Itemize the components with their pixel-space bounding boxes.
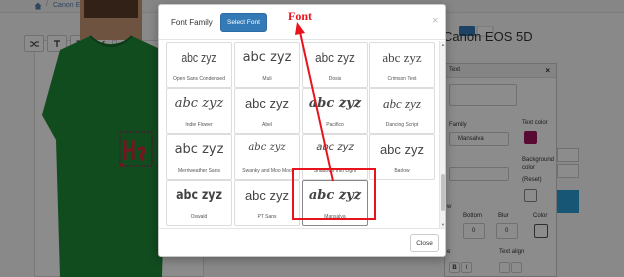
font-tile[interactable]: abc zyz Pacifico — [302, 88, 368, 134]
font-tile[interactable]: abc zyz Oswald — [166, 180, 232, 226]
select-font-button[interactable]: Select Font — [220, 13, 267, 32]
font-tile[interactable]: abc zyz Dosis — [302, 42, 368, 88]
font-list-scrollbar[interactable]: ▲ ▼ — [439, 41, 445, 228]
scroll-up-icon[interactable]: ▲ — [440, 42, 446, 47]
font-name-label: Dancing Script — [385, 122, 419, 128]
modal-footer: Close — [159, 228, 445, 257]
font-tile[interactable]: abc zyz Barlow — [369, 134, 435, 180]
scroll-thumb[interactable] — [441, 174, 445, 211]
font-sample-text: abc zyz — [315, 50, 355, 65]
font-tile[interactable]: abc zyz Open Sans Condensed — [166, 42, 232, 88]
scroll-down-icon[interactable]: ▼ — [440, 222, 446, 227]
font-name-label: Crimson Text — [387, 76, 417, 82]
font-name-label: Open Sans Condensed — [173, 76, 225, 82]
font-sample-text: abc zyz — [382, 50, 422, 65]
font-tile[interactable]: abc zyz Indie Flower — [166, 88, 232, 134]
font-sample-text: abc zyz — [244, 96, 290, 111]
font-sample-text: abc zyz — [379, 142, 425, 157]
font-name-label: Abel — [261, 122, 272, 128]
font-sample-text: abc zyz — [181, 50, 217, 65]
font-name-label: Oswald — [190, 214, 208, 220]
modal-close-icon[interactable]: × — [432, 15, 438, 27]
font-name-label: Muli — [262, 76, 272, 82]
selected-font-highlight — [292, 168, 376, 220]
font-tile[interactable]: abc zyz Merriweather Sans — [166, 134, 232, 180]
font-tile[interactable]: abc zyz Abel — [234, 88, 300, 134]
font-sample-text: abc zyz — [242, 50, 292, 65]
font-name-label: Swanky and Moo Moo — [242, 168, 292, 174]
font-sample-text: abc zyz — [174, 142, 224, 157]
font-tile[interactable]: abc zyz Dancing Script — [369, 88, 435, 134]
font-sample-text: abc zyz — [244, 188, 290, 203]
font-tile[interactable]: abc zyz Crimson Text — [369, 42, 435, 88]
font-tile[interactable]: abc zyz Swanky and Moo Moo — [234, 134, 300, 180]
font-sample-text: abc zyz — [174, 96, 224, 111]
font-tile[interactable]: abc zyz Muli — [234, 42, 300, 88]
font-sample-text: abc zyz — [248, 142, 286, 153]
font-sample-text: abc zyz — [316, 142, 354, 153]
font-name-label: Pacifico — [326, 122, 344, 128]
font-name-label: PT Sans — [257, 214, 277, 220]
font-sample-text: abc zyz — [383, 96, 421, 111]
font-name-label: Merriweather Sans — [178, 168, 220, 174]
modal-title: Font Family — [171, 18, 213, 27]
font-sample-text: abc zyz — [176, 188, 222, 203]
annotation-label: Font — [288, 9, 312, 23]
font-name-label: Indie Flower — [185, 122, 213, 128]
font-sample-text: abc zyz — [308, 96, 362, 111]
font-tile[interactable]: abc zyz PT Sans — [234, 180, 300, 226]
font-name-label: Dosis — [328, 76, 342, 82]
close-button[interactable]: Close — [410, 234, 439, 252]
font-name-label: Barlow — [394, 168, 410, 174]
